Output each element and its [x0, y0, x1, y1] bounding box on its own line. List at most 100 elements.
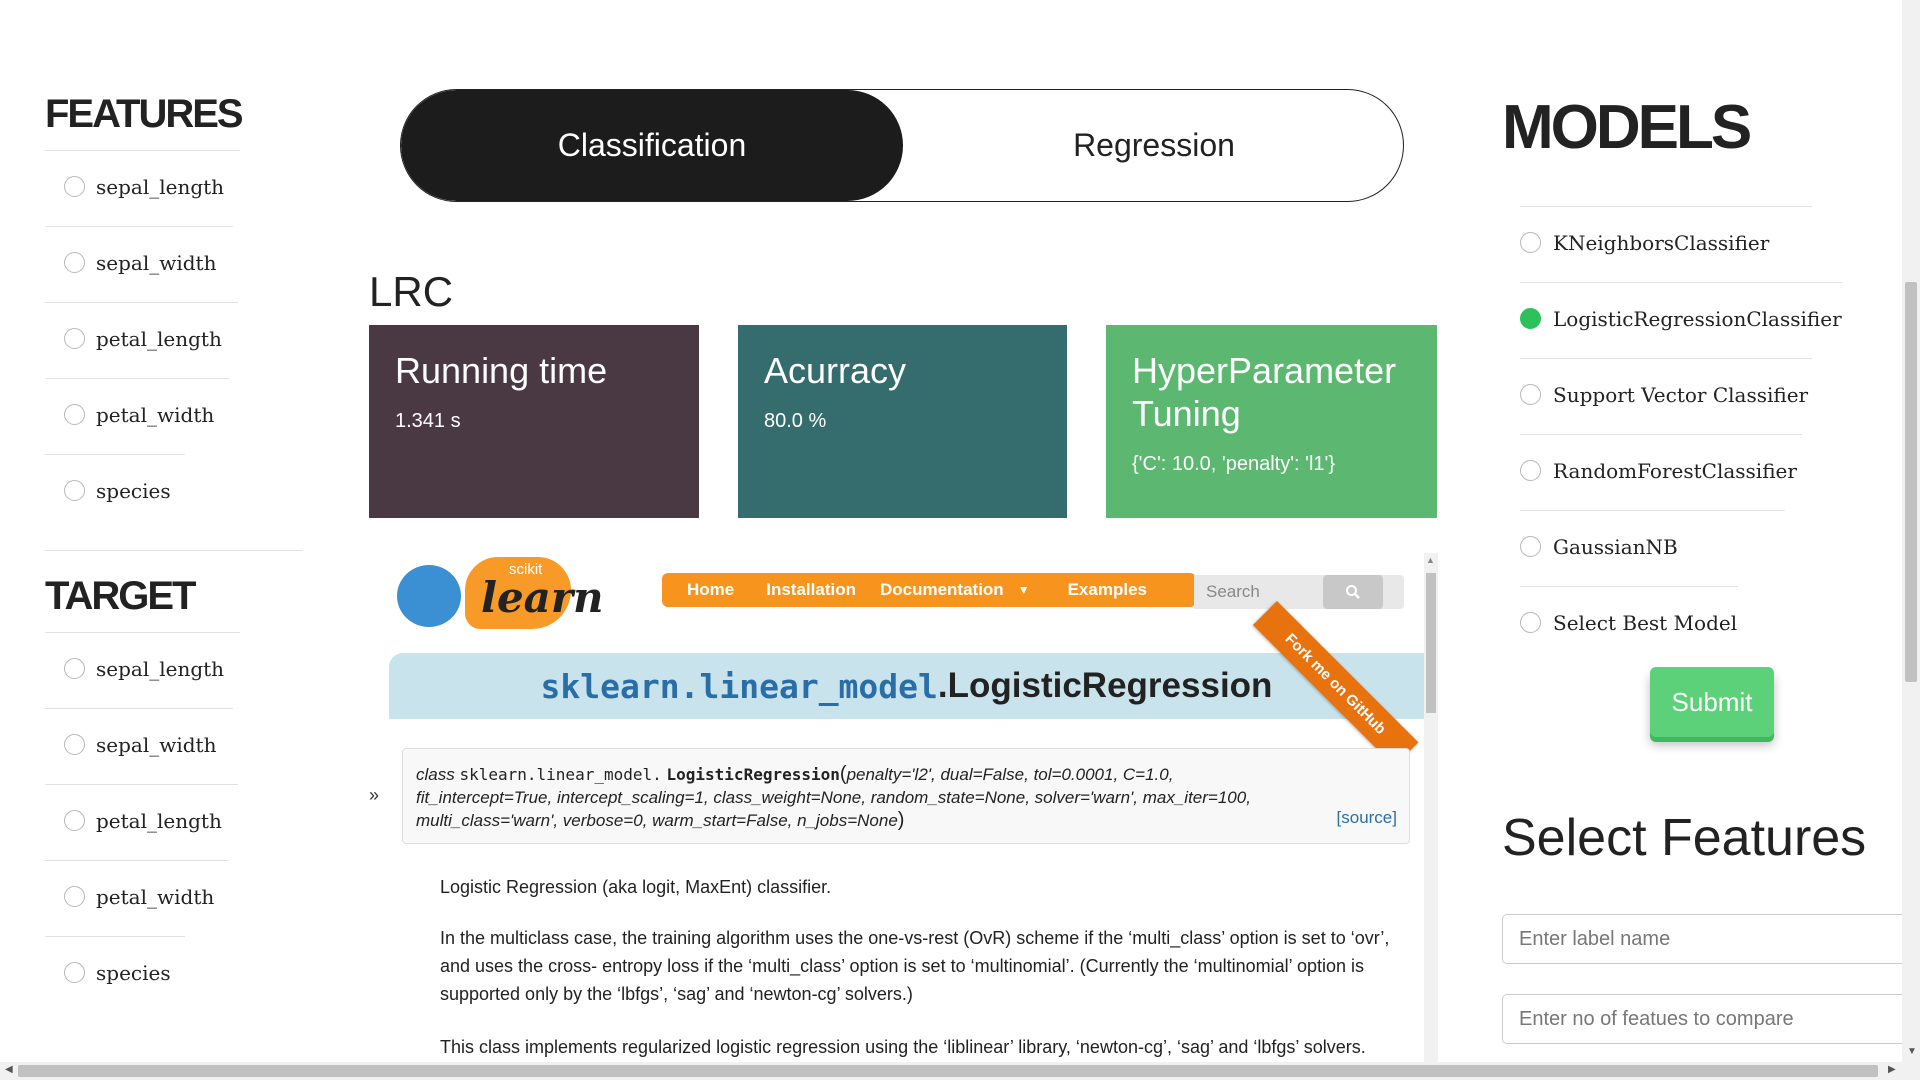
nav-examples-link[interactable]: Examples	[1044, 580, 1159, 600]
divider	[1520, 434, 1802, 435]
scroll-right-icon[interactable]: ▶	[1888, 1064, 1896, 1075]
target-option-petal-length[interactable]: petal_length	[45, 784, 305, 860]
doc-scrollbar[interactable]: ▲	[1424, 553, 1438, 1065]
chevron-down-icon[interactable]: ▼	[1016, 583, 1044, 597]
radio-button[interactable]	[64, 962, 85, 983]
radio-button[interactable]	[64, 328, 85, 349]
divider	[45, 936, 185, 937]
target-label: petal_length	[96, 809, 222, 833]
search-button[interactable]	[1323, 575, 1383, 609]
submit-button[interactable]: Submit	[1650, 667, 1774, 737]
divider	[1520, 358, 1812, 359]
sidebar-expand-icon[interactable]: »	[369, 785, 379, 806]
feature-label: sepal_width	[96, 251, 217, 275]
model-option-select-best[interactable]: Select Best Model	[1520, 586, 1840, 662]
radio-button[interactable]	[64, 252, 85, 273]
section-divider	[45, 550, 303, 551]
radio-button[interactable]	[64, 176, 85, 197]
horizontal-scrollbar-thumb[interactable]	[18, 1065, 1878, 1077]
model-short-name: LRC	[369, 268, 454, 315]
logo-learn-text: learn	[481, 573, 604, 622]
target-label: sepal_length	[96, 657, 225, 681]
running-time-value: 1.341 s	[395, 410, 461, 432]
radio-button[interactable]	[64, 734, 85, 755]
doc-paragraph-2: In the multiclass case, the training alg…	[440, 928, 1390, 1004]
accuracy-value: 80.0 %	[764, 410, 827, 432]
scroll-down-icon[interactable]: ▼	[1907, 1046, 1917, 1057]
divider	[45, 302, 238, 303]
target-list: sepal_length sepal_width petal_length pe…	[45, 632, 305, 1012]
model-label: Support Vector Classifier	[1553, 383, 1809, 407]
target-option-species[interactable]: species	[45, 936, 305, 1012]
models-title: MODELS	[1502, 93, 1752, 162]
model-option-logistic-regression[interactable]: LogisticRegressionClassifier	[1520, 282, 1843, 358]
radio-button[interactable]	[64, 810, 85, 831]
target-option-petal-width[interactable]: petal_width	[45, 860, 305, 936]
radio-button[interactable]	[1520, 612, 1541, 633]
radio-button[interactable]	[64, 404, 85, 425]
radio-button[interactable]	[1520, 232, 1541, 253]
features-list: sepal_length sepal_width petal_length pe…	[45, 150, 305, 530]
feature-option-petal-width[interactable]: petal_width	[45, 378, 305, 454]
search-icon	[1346, 585, 1360, 599]
radio-button-selected[interactable]	[1520, 308, 1541, 329]
sig-line-1: penalty='l2', dual=False, tol=0.0001, C=…	[846, 765, 1174, 784]
radio-button[interactable]	[64, 658, 85, 679]
scroll-left-icon[interactable]: ◀	[5, 1064, 13, 1075]
feature-option-sepal-length[interactable]: sepal_length	[45, 150, 305, 226]
label-name-input[interactable]	[1502, 914, 1902, 964]
sklearn-logo-icon	[397, 565, 461, 627]
page-horizontal-scrollbar[interactable]: ◀ ▶	[0, 1062, 1902, 1080]
documentation-frame[interactable]: scikit learn Home Installation Documenta…	[369, 553, 1438, 1065]
running-time-card: Running time 1.341 s	[369, 325, 699, 518]
model-label: RandomForestClassifier	[1553, 459, 1797, 483]
model-option-gaussian-nb[interactable]: GaussianNB	[1520, 510, 1840, 586]
target-label: sepal_width	[96, 733, 217, 757]
card-title: Running time	[395, 350, 608, 391]
feature-label: sepal_length	[96, 175, 225, 199]
divider	[45, 454, 185, 455]
regression-toggle-button[interactable]: Regression	[903, 90, 1403, 201]
vertical-scrollbar-thumb[interactable]	[1905, 282, 1917, 682]
radio-button[interactable]	[64, 886, 85, 907]
nav-installation-link[interactable]: Installation	[754, 580, 868, 600]
radio-button[interactable]	[1520, 536, 1541, 557]
divider	[45, 378, 229, 379]
target-option-sepal-width[interactable]: sepal_width	[45, 708, 305, 784]
radio-button[interactable]	[1520, 384, 1541, 405]
model-option-kneighbors[interactable]: KNeighborsClassifier	[1520, 206, 1840, 282]
feature-label: species	[96, 479, 171, 503]
target-label: petal_width	[96, 885, 215, 909]
model-label: GaussianNB	[1553, 535, 1678, 559]
doc-paragraph-1: Logistic Regression (aka logit, MaxEnt) …	[440, 877, 832, 897]
divider	[45, 632, 240, 633]
target-label: species	[96, 961, 171, 985]
target-option-sepal-length[interactable]: sepal_length	[45, 632, 305, 708]
feature-option-petal-length[interactable]: petal_length	[45, 302, 305, 378]
page-vertical-scrollbar[interactable]: ▼	[1902, 0, 1920, 1080]
feature-count-input[interactable]	[1502, 994, 1902, 1044]
divider	[45, 784, 238, 785]
model-option-svc[interactable]: Support Vector Classifier	[1520, 358, 1840, 434]
features-title: FEATURES	[45, 92, 244, 136]
model-label: Select Best Model	[1553, 611, 1738, 635]
feature-label: petal_length	[96, 327, 222, 351]
models-list: KNeighborsClassifier LogisticRegressionC…	[1520, 206, 1843, 662]
nav-documentation-link[interactable]: Documentation	[868, 580, 1016, 600]
model-option-random-forest[interactable]: RandomForestClassifier	[1520, 434, 1840, 510]
scroll-up-icon[interactable]: ▲	[1426, 555, 1435, 565]
target-title: TARGET	[45, 574, 196, 618]
task-type-toggle: Classification Regression	[400, 89, 1404, 202]
doc-scrollbar-thumb[interactable]	[1426, 573, 1436, 713]
feature-option-sepal-width[interactable]: sepal_width	[45, 226, 305, 302]
feature-option-species[interactable]: species	[45, 454, 305, 530]
classification-toggle-button[interactable]: Classification	[401, 90, 903, 201]
source-link[interactable]: [source]	[1337, 806, 1397, 829]
card-title: Acurracy	[764, 350, 907, 391]
divider	[1520, 586, 1738, 587]
divider	[45, 708, 233, 709]
radio-button[interactable]	[64, 480, 85, 501]
hyperparameter-value: {'C': 10.0, 'penalty': 'l1'}	[1132, 453, 1336, 475]
nav-home-link[interactable]: Home	[662, 580, 754, 600]
radio-button[interactable]	[1520, 460, 1541, 481]
